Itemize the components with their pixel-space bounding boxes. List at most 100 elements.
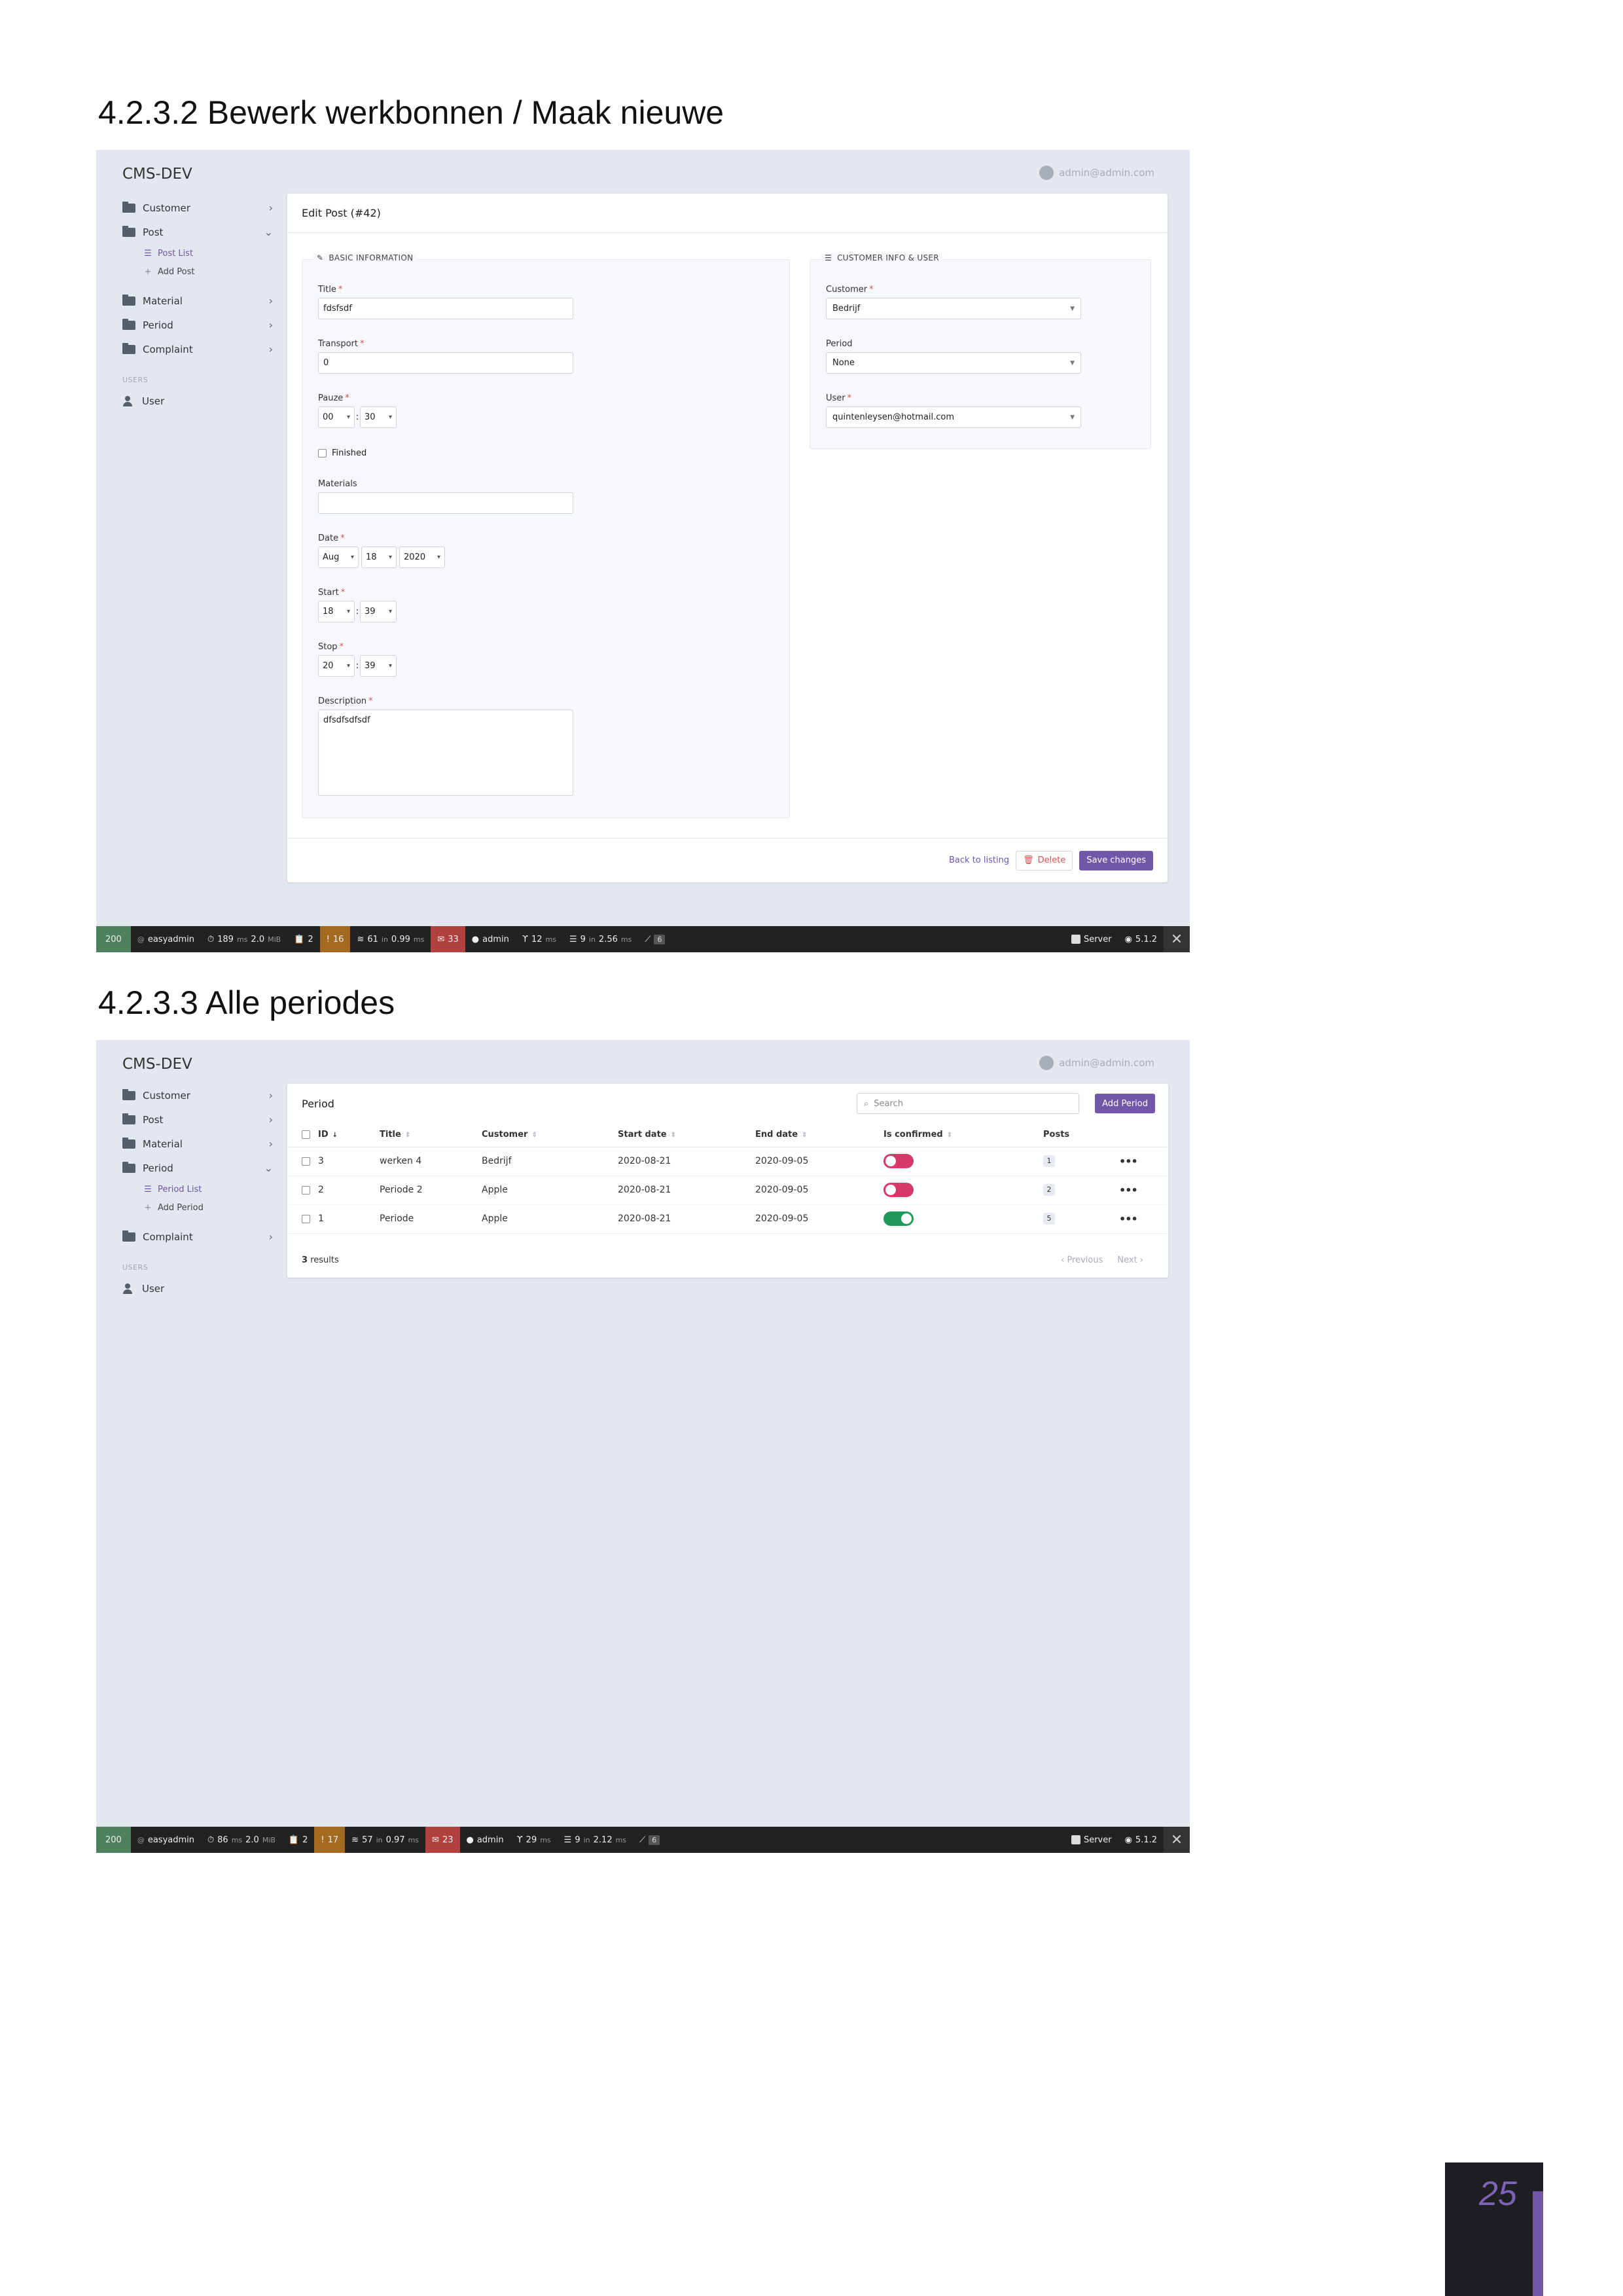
finished-checkbox[interactable] xyxy=(318,449,327,457)
customer-link[interactable]: Apple xyxy=(482,1175,618,1205)
close-icon[interactable]: ✕ xyxy=(1164,1827,1190,1853)
toolbar-server[interactable]: Server xyxy=(1065,1827,1118,1853)
save-changes-button[interactable]: Save changes xyxy=(1079,850,1153,870)
table-row[interactable]: 1 Periode Apple 2020-08-21 2020-09-05 5 … xyxy=(287,1204,1168,1234)
confirmed-toggle[interactable] xyxy=(883,1211,914,1226)
sidebar-item-customer[interactable]: Customer › xyxy=(122,1083,273,1107)
toolbar-warnings[interactable]: ! 16 xyxy=(319,926,351,952)
toolbar-performance[interactable]: ⏱ 86 ms 2.0 MiB xyxy=(201,1827,282,1853)
date-year-select[interactable]: 2020 ▾ xyxy=(399,547,445,568)
sidebar-item-complaint[interactable]: Complaint › xyxy=(122,337,273,361)
sidebar-subitem-add-post[interactable]: + Add Post xyxy=(122,262,273,281)
toolbar-version[interactable]: ◉ 5.1.2 xyxy=(1118,926,1164,952)
row-checkbox[interactable] xyxy=(302,1157,310,1166)
toolbar-logs[interactable]: ✉ 23 xyxy=(425,1827,460,1853)
sidebar-item-period[interactable]: Period ⌄ xyxy=(122,1156,273,1180)
toolbar-twig[interactable]: ϒ 29 ms xyxy=(510,1827,558,1853)
app-brand[interactable]: CMS-DEV xyxy=(122,166,192,183)
materials-input[interactable] xyxy=(318,492,573,514)
toolbar-status[interactable]: 200 xyxy=(96,1827,131,1853)
start-hour-select[interactable]: 18 ▾ xyxy=(318,601,355,622)
column-is-confirmed[interactable]: Is confirmed ⇕ xyxy=(883,1123,1043,1147)
toolbar-route[interactable]: @ easyadmin xyxy=(131,1827,201,1853)
sidebar-item-user[interactable]: User xyxy=(122,1276,273,1300)
id-cell: 1 xyxy=(310,1204,380,1234)
sidebar-item-post[interactable]: Post › xyxy=(122,1107,273,1132)
sidebar-subitem-post-list[interactable]: ☰ Post List xyxy=(122,244,273,262)
back-to-listing-link[interactable]: Back to listing xyxy=(949,855,1009,865)
toolbar-warnings[interactable]: ! 17 xyxy=(314,1827,346,1853)
description-textarea[interactable]: dfsdfsdfsdf xyxy=(318,709,573,796)
more-actions-icon[interactable]: ••• xyxy=(1119,1213,1138,1225)
date-day-select[interactable]: 18 ▾ xyxy=(361,547,397,568)
select-all-checkbox[interactable] xyxy=(302,1130,310,1139)
account-menu[interactable]: admin@admin.com xyxy=(1039,1056,1154,1070)
row-checkbox[interactable] xyxy=(302,1214,310,1223)
column-start-date[interactable]: Start date ⇕ xyxy=(618,1123,755,1147)
toolbar-performance[interactable]: ⏱ 189 ms 2.0 MiB xyxy=(201,926,287,952)
toolbar-user[interactable]: ● admin xyxy=(465,926,516,952)
sidebar-item-material[interactable]: Material › xyxy=(122,1132,273,1156)
toolbar-route[interactable]: @ easyadmin xyxy=(131,926,201,952)
required-mark: * xyxy=(338,285,343,295)
customer-link[interactable]: Bedrijf xyxy=(482,1147,618,1176)
toolbar-tools[interactable]: ⟋ 6 xyxy=(633,1827,666,1853)
toolbar-twig[interactable]: ϒ 12 ms xyxy=(516,926,563,952)
toolbar-user[interactable]: ● admin xyxy=(460,1827,510,1853)
transport-input[interactable]: 0 xyxy=(318,352,573,374)
toolbar-cache[interactable]: ≋ 61 in 0.99 ms xyxy=(350,926,431,952)
transport-label: Transport xyxy=(318,339,359,349)
sidebar-item-post[interactable]: Post ⌄ xyxy=(122,220,273,244)
next-page-link[interactable]: Next › xyxy=(1117,1255,1143,1265)
confirmed-cell xyxy=(883,1204,1043,1234)
sidebar-item-period[interactable]: Period › xyxy=(122,313,273,337)
delete-button[interactable]: 🗑 Delete xyxy=(1016,850,1073,870)
toolbar-logs[interactable]: ✉ 33 xyxy=(431,926,465,952)
sidebar-subitem-period-list[interactable]: ☰ Period List xyxy=(122,1180,273,1198)
toolbar-forms[interactable]: 📋 2 xyxy=(287,926,319,952)
account-menu[interactable]: admin@admin.com xyxy=(1039,166,1154,180)
row-checkbox[interactable] xyxy=(302,1185,310,1194)
previous-page-link[interactable]: ‹ Previous xyxy=(1061,1255,1103,1265)
column-id[interactable]: ID ↓ xyxy=(310,1123,380,1147)
confirmed-toggle[interactable] xyxy=(883,1154,914,1168)
sidebar-item-complaint[interactable]: Complaint › xyxy=(122,1225,273,1249)
period-select[interactable]: None ▼ xyxy=(826,352,1081,374)
toolbar-tools[interactable]: ⟋ 6 xyxy=(638,926,671,952)
table-row[interactable]: 3 werken 4 Bedrijf 2020-08-21 2020-09-05… xyxy=(287,1147,1168,1176)
column-end-date[interactable]: End date ⇕ xyxy=(755,1123,883,1147)
app-brand[interactable]: CMS-DEV xyxy=(122,1056,192,1073)
results-summary: 3 results xyxy=(302,1255,339,1265)
table-row[interactable]: 2 Periode 2 Apple 2020-08-21 2020-09-05 … xyxy=(287,1175,1168,1205)
sidebar-item-customer[interactable]: Customer › xyxy=(122,196,273,220)
column-customer[interactable]: Customer ⇕ xyxy=(482,1123,618,1147)
stop-hour-select[interactable]: 20 ▾ xyxy=(318,655,355,677)
add-period-button[interactable]: Add Period xyxy=(1095,1094,1155,1113)
toolbar-db[interactable]: ☰ 9 in 2.56 ms xyxy=(563,926,638,952)
confirmed-toggle[interactable] xyxy=(883,1183,914,1197)
sidebar-item-material[interactable]: Material › xyxy=(122,289,273,313)
close-icon[interactable]: ✕ xyxy=(1164,926,1190,952)
toolbar-cache[interactable]: ≋ 57 in 0.97 ms xyxy=(345,1827,425,1853)
sidebar-item-user[interactable]: User xyxy=(122,389,273,413)
table-header-row: ID ↓ Title ⇕ Customer ⇕ Start date ⇕ End dat… xyxy=(287,1123,1168,1147)
toolbar-version[interactable]: ◉ 5.1.2 xyxy=(1118,1827,1164,1853)
toolbar-server[interactable]: Server xyxy=(1065,926,1118,952)
toolbar-db[interactable]: ☰ 9 in 2.12 ms xyxy=(558,1827,633,1853)
toolbar-status[interactable]: 200 xyxy=(96,926,131,952)
column-title[interactable]: Title ⇕ xyxy=(380,1123,482,1147)
sidebar-subitem-add-period[interactable]: + Add Period xyxy=(122,1198,273,1217)
date-month-select[interactable]: Aug ▾ xyxy=(318,547,359,568)
user-select[interactable]: quintenleysen@hotmail.com ▼ xyxy=(826,406,1081,428)
start-minute-select[interactable]: 39 ▾ xyxy=(360,601,397,622)
pauze-minute-select[interactable]: 30 ▾ xyxy=(360,406,397,428)
more-actions-icon[interactable]: ••• xyxy=(1119,1184,1138,1196)
customer-link[interactable]: Apple xyxy=(482,1204,618,1234)
search-input[interactable]: ⌕ Search xyxy=(857,1093,1079,1114)
toolbar-forms[interactable]: 📋 2 xyxy=(282,1827,314,1853)
stop-minute-select[interactable]: 39 ▾ xyxy=(360,655,397,677)
more-actions-icon[interactable]: ••• xyxy=(1119,1155,1138,1168)
title-input[interactable]: fdsfsdf xyxy=(318,298,573,319)
customer-select[interactable]: Bedrijf ▼ xyxy=(826,298,1081,319)
pauze-hour-select[interactable]: 00 ▾ xyxy=(318,406,355,428)
